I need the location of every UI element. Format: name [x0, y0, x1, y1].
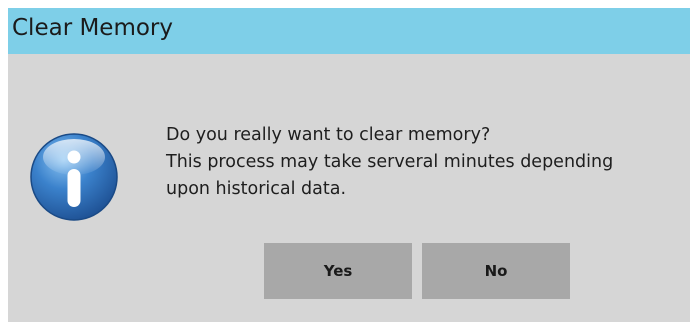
dialog-title: Clear Memory: [12, 15, 173, 41]
message-line-2: This process may take serveral minutes d…: [166, 152, 614, 172]
dialog-message: Do you really want to clear memory? This…: [166, 122, 686, 203]
clear-memory-dialog: Clear Memory Do you really want to clear…: [8, 8, 690, 322]
info-icon: [30, 133, 118, 221]
no-button[interactable]: No: [422, 243, 570, 299]
message-line-1: Do you really want to clear memory?: [166, 125, 491, 145]
yes-button[interactable]: Yes: [264, 243, 412, 299]
dialog-titlebar[interactable]: Clear Memory: [8, 8, 690, 54]
message-line-3: upon historical data.: [166, 179, 347, 199]
